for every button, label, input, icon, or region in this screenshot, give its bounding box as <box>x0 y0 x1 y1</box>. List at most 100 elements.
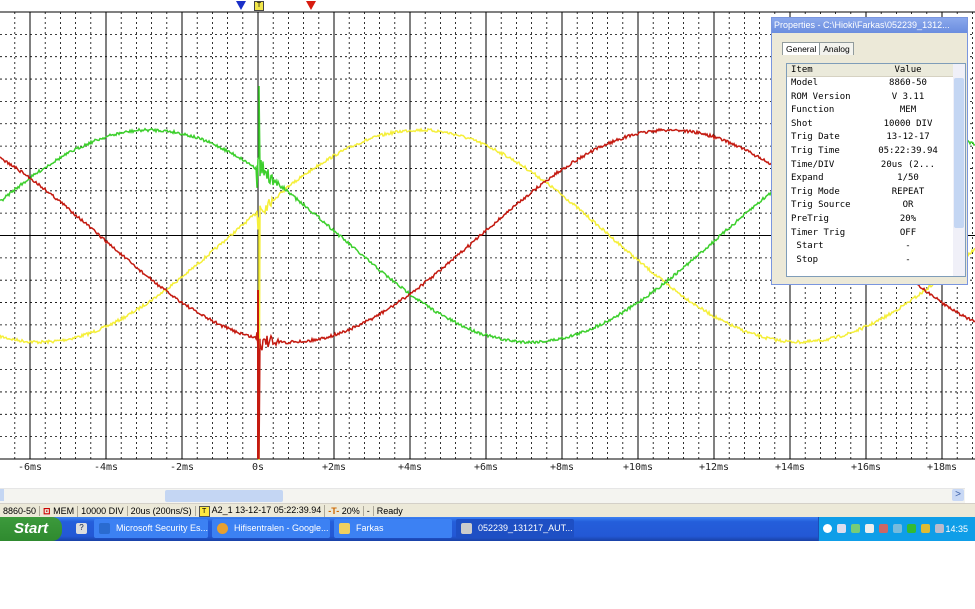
start-button[interactable]: Start <box>0 517 62 541</box>
property-row[interactable]: Expand 1/50 <box>787 172 965 186</box>
security-icon <box>99 523 110 534</box>
x-tick-label: -6ms <box>17 462 43 473</box>
tray-icon-5[interactable] <box>921 524 930 533</box>
vertical-scrollbar[interactable] <box>953 64 965 276</box>
property-item: Time/DIV <box>791 159 835 170</box>
chrome-icon <box>217 523 228 534</box>
property-value: 05:22:39.94 <box>878 145 938 156</box>
status-trigger: T A2_1 13-12-17 05:22:39.94 <box>196 505 326 517</box>
property-item: Timer Trig <box>791 227 846 238</box>
property-value: 1/50 <box>897 173 919 184</box>
scroll-right-button[interactable]: > <box>952 489 964 501</box>
taskbar-item-farkas[interactable]: Farkas <box>334 519 452 538</box>
mem-icon: ⊡ <box>43 505 54 516</box>
property-row[interactable]: PreTrig 20% <box>787 213 965 227</box>
folder-icon <box>339 523 350 534</box>
taskbar-item-label: 052239_131217_AUT... <box>478 523 573 533</box>
property-item: Trig Date <box>791 132 840 143</box>
property-value: 20% <box>899 213 917 224</box>
taskbar-item-label: Microsoft Security Es... <box>116 523 208 533</box>
property-row[interactable]: Timer Trig OFF <box>787 227 965 241</box>
x-tick-label: +6ms <box>473 462 499 473</box>
tray-icon-4[interactable] <box>893 524 902 533</box>
status-shot: 10000 DIV <box>78 506 128 516</box>
security-check-icon[interactable] <box>907 524 916 533</box>
property-row[interactable]: Stop - <box>787 254 965 268</box>
x-tick-label: +14ms <box>774 462 806 473</box>
x-tick-label: +16ms <box>850 462 882 473</box>
property-row[interactable]: Trig Time 05:22:39.94 <box>787 145 965 159</box>
property-row[interactable]: Start - <box>787 240 965 254</box>
monitor-icon[interactable] <box>935 524 944 533</box>
property-value: OFF <box>899 227 917 238</box>
property-item: Start <box>791 241 824 252</box>
property-row[interactable]: Function MEM <box>787 104 965 118</box>
taskbar-item-chrome[interactable]: Hifisentralen - Google... <box>212 519 330 538</box>
taskbar: Start ? Microsoft Security Es... Hifisen… <box>0 517 975 541</box>
property-item: Expand <box>791 173 824 184</box>
property-row[interactable]: Model 8860-50 <box>787 77 965 91</box>
header-value[interactable]: Value <box>873 64 943 76</box>
horizontal-scrollbar[interactable] <box>0 488 965 503</box>
taskbar-item-hioki[interactable]: 052239_131217_AUT... <box>456 519 574 538</box>
property-value: 10000 DIV <box>883 118 933 129</box>
cursor-b-marker[interactable] <box>306 1 316 10</box>
quicklaunch-help-icon[interactable]: ? <box>76 523 87 534</box>
tray-icon-2[interactable] <box>865 524 874 533</box>
system-tray: 14:35 <box>818 517 975 541</box>
start-label: Start <box>14 520 49 537</box>
tab-analog[interactable]: Analog <box>819 42 854 55</box>
properties-title[interactable]: Properties - C:\Hioki\Farkas\052239_1312… <box>772 18 967 33</box>
property-value: 13-12-17 <box>886 132 930 143</box>
property-value: - <box>905 254 911 265</box>
status-state: Ready <box>376 506 403 516</box>
vertical-scroll-thumb[interactable] <box>954 78 964 228</box>
property-item: Function <box>791 105 835 116</box>
property-row[interactable]: Trig Date 13-12-17 <box>787 131 965 145</box>
property-item: Shot <box>791 118 813 129</box>
property-item: Stop <box>791 254 819 265</box>
taskbar-item-label: Hifisentralen - Google... <box>234 523 329 533</box>
property-row[interactable]: Trig Source OR <box>787 199 965 213</box>
x-tick-label: +18ms <box>926 462 958 473</box>
clock: 14:35 <box>945 524 968 534</box>
app-icon <box>461 523 472 534</box>
tray-expand-icon[interactable] <box>823 524 832 533</box>
x-tick-label: +8ms <box>549 462 575 473</box>
trigger-marker[interactable]: T <box>254 1 264 11</box>
property-value: - <box>905 241 911 252</box>
property-value: 20us (2... <box>880 159 936 170</box>
properties-list: Item Value Model 8860-50 ROM Version V 3.11 F… <box>786 63 966 277</box>
scroll-thumb[interactable] <box>165 490 283 502</box>
tray-icon-3[interactable] <box>879 524 888 533</box>
property-value: 8860-50 <box>889 78 927 88</box>
trigger-icon: T <box>198 505 210 517</box>
property-item: Trig Time <box>791 145 840 156</box>
tab-general[interactable]: General <box>782 42 821 55</box>
property-value: MEM <box>899 105 917 116</box>
property-row[interactable]: ROM Version V 3.11 <box>787 91 965 105</box>
property-value: REPEAT <box>891 186 925 197</box>
status-function-label: MEM <box>53 505 75 516</box>
status-dash: - <box>364 506 374 516</box>
pretrig-icon: -T- <box>328 506 342 516</box>
property-row[interactable]: Time/DIV 20us (2... <box>787 159 965 173</box>
status-trigger-label: A2_1 13-12-17 05:22:39.94 <box>211 505 322 516</box>
taskbar-item-security[interactable]: Microsoft Security Es... <box>94 519 208 538</box>
network-icon[interactable] <box>837 524 846 533</box>
property-item: Trig Source <box>791 200 851 211</box>
tray-icon-1[interactable] <box>851 524 860 533</box>
property-item: Model <box>791 78 819 88</box>
property-row[interactable]: Trig Mode REPEAT <box>787 186 965 200</box>
list-header: Item Value <box>787 64 965 77</box>
status-bar: 8860-50 ⊡ MEM 10000 DIV 20us (200ns/S) T… <box>0 503 975 518</box>
property-value: OR <box>902 200 914 211</box>
cursor-a-marker[interactable] <box>236 1 246 10</box>
x-tick-label: +4ms <box>397 462 423 473</box>
status-function: ⊡ MEM <box>40 505 79 517</box>
property-row[interactable]: Shot 10000 DIV <box>787 118 965 132</box>
x-tick-label: -4ms <box>93 462 119 473</box>
status-pretrig: -T- 20% <box>325 506 364 516</box>
status-timediv: 20us (200ns/S) <box>128 506 196 516</box>
header-item[interactable]: Item <box>787 64 873 76</box>
